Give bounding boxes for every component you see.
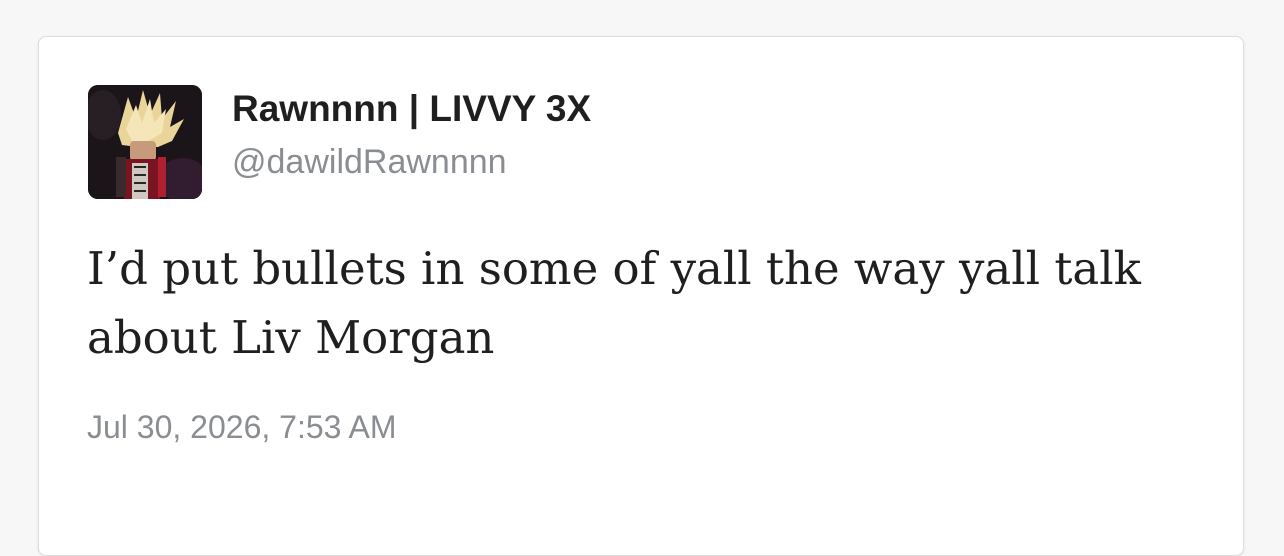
user-handle[interactable]: @dawildRawnnnn xyxy=(232,142,507,182)
avatar-image xyxy=(88,85,202,199)
display-name[interactable]: Rawnnnn | LIVVY 3X xyxy=(232,87,591,131)
tweet-text: I’d put bullets in some of yall the way … xyxy=(87,242,1141,364)
avatar[interactable] xyxy=(88,85,202,199)
tweet-card: Rawnnnn | LIVVY 3X @dawildRawnnnn I’d pu… xyxy=(38,36,1244,556)
tweet-timestamp[interactable]: Jul 30, 2026, 7:53 AM xyxy=(87,407,397,447)
